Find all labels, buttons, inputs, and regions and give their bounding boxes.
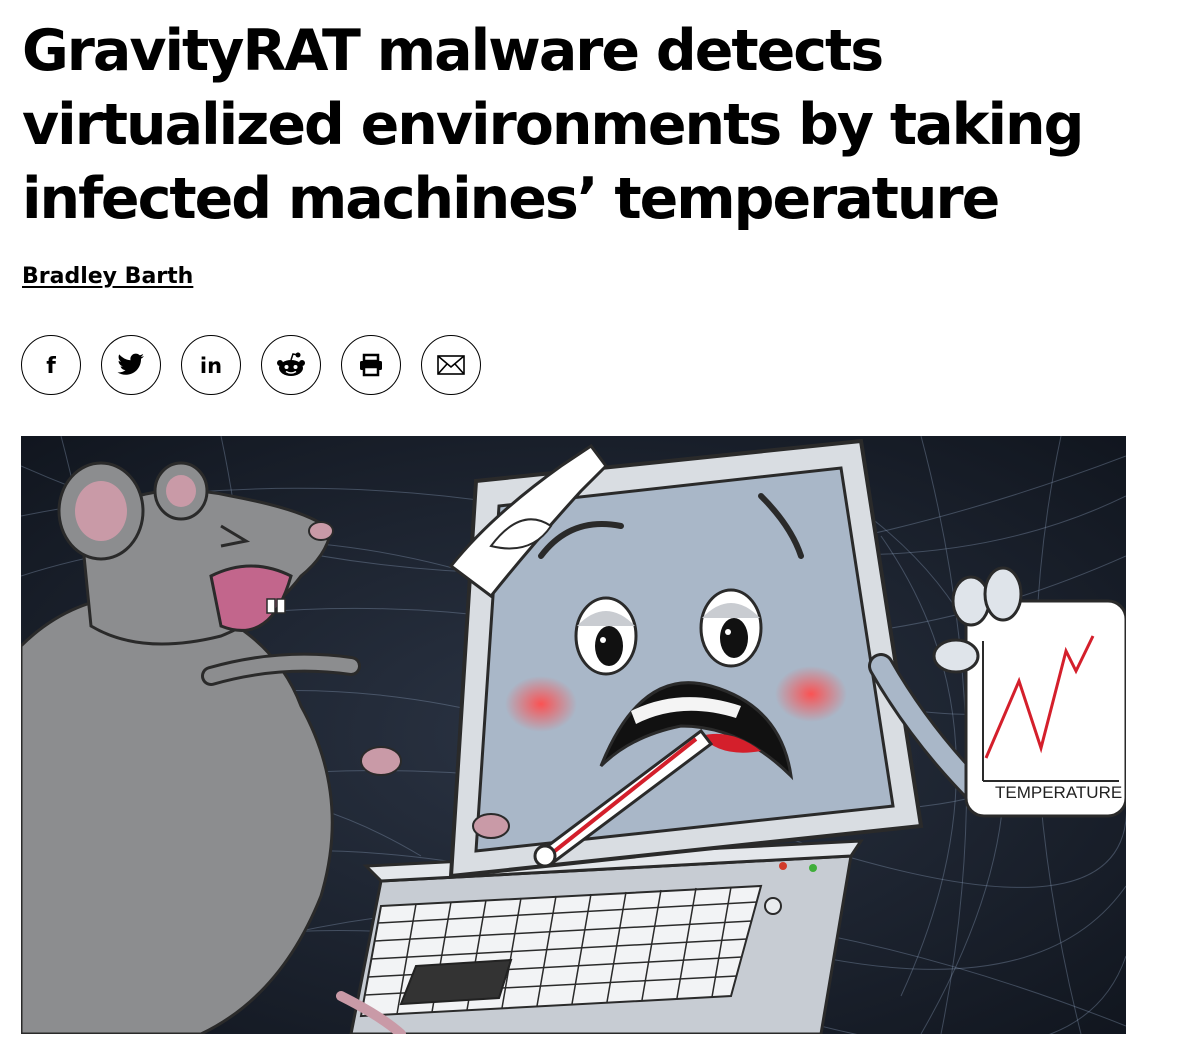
power-led-red <box>779 862 787 870</box>
rat-nose <box>308 521 334 541</box>
left-blush <box>505 676 577 732</box>
share-bar: f in <box>21 335 481 395</box>
twitter-icon <box>117 353 144 375</box>
power-button <box>764 897 782 915</box>
share-reddit-button[interactable] <box>261 335 321 395</box>
linkedin-icon: in <box>200 354 222 378</box>
power-led-green <box>809 864 817 872</box>
article-title: GravityRAT malware detects virtualized e… <box>22 18 1084 232</box>
hero-image: TEMPERATURE <box>21 436 1126 1034</box>
temperature-sign: TEMPERATURE <box>964 599 1126 818</box>
laptop-base <box>349 839 864 1034</box>
author-link[interactable]: Bradley Barth <box>22 264 193 289</box>
right-blush <box>775 666 847 722</box>
share-print-button[interactable] <box>341 335 401 395</box>
svg-text:in: in <box>200 354 222 378</box>
share-linkedin-button[interactable]: in <box>181 335 241 395</box>
svg-text:f: f <box>46 354 56 378</box>
laptop-touchpad <box>399 958 513 1006</box>
reddit-icon <box>277 352 305 376</box>
facebook-icon: f <box>46 354 56 378</box>
print-icon <box>360 353 382 377</box>
share-twitter-button[interactable] <box>101 335 161 395</box>
email-icon <box>437 355 465 375</box>
temperature-sign-label: TEMPERATURE <box>995 783 1122 802</box>
share-email-button[interactable] <box>421 335 481 395</box>
share-facebook-button[interactable]: f <box>21 335 81 395</box>
